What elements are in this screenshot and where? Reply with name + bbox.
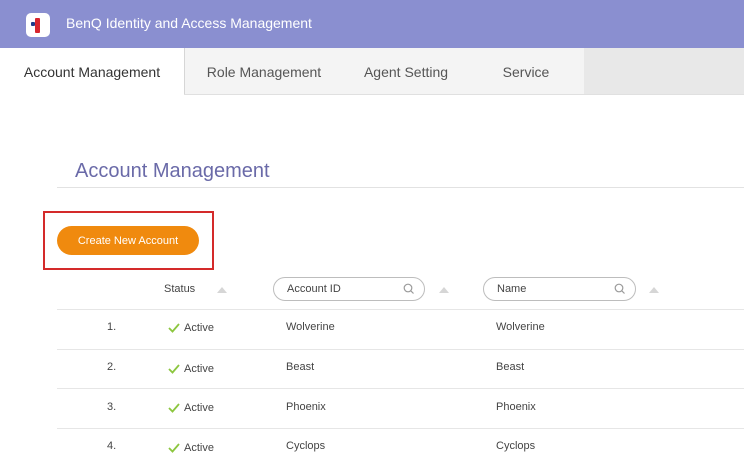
- row-index: 2.: [107, 361, 117, 373]
- name-cell: Beast: [496, 361, 525, 373]
- check-icon: [168, 443, 180, 453]
- app-title: BenQ Identity and Access Management: [66, 15, 312, 31]
- name-search-input[interactable]: Name: [483, 277, 636, 301]
- sort-up-icon[interactable]: [439, 287, 449, 293]
- search-icon: [614, 283, 625, 294]
- create-new-account-button[interactable]: Create New Account: [57, 226, 199, 255]
- benq-logo-icon: [26, 13, 50, 37]
- name-cell: Cyclops: [496, 440, 536, 452]
- check-icon: [168, 323, 180, 333]
- tab-account-management[interactable]: Account Management: [0, 48, 184, 95]
- status-value: Active: [184, 442, 214, 454]
- page-title: Account Management: [75, 160, 270, 182]
- title-divider: [57, 187, 744, 188]
- sort-up-icon[interactable]: [649, 287, 659, 293]
- name-cell: Wolverine: [496, 321, 545, 333]
- status-value: Active: [184, 363, 214, 375]
- row-divider: [57, 388, 744, 389]
- sort-up-icon[interactable]: [217, 287, 227, 293]
- app-header: BenQ Identity and Access Management: [0, 0, 744, 48]
- status-value: Active: [184, 322, 214, 334]
- search-icon: [403, 283, 414, 294]
- account-id-cell: Cyclops: [286, 440, 326, 452]
- account-id-cell: Phoenix: [286, 401, 326, 413]
- account-id-cell: Beast: [286, 361, 315, 373]
- name-cell: Phoenix: [496, 401, 536, 413]
- account-id-placeholder: Account ID: [287, 283, 341, 295]
- row-index: 4.: [107, 440, 117, 452]
- name-placeholder: Name: [497, 283, 527, 295]
- check-icon: [168, 403, 180, 413]
- account-id-search-input[interactable]: Account ID: [273, 277, 425, 301]
- tab-bar: Account Management Role Management Agent…: [0, 48, 744, 95]
- status-column-header: Status: [164, 283, 196, 295]
- row-divider: [57, 349, 744, 350]
- row-index: 3.: [107, 401, 117, 413]
- tab-agent-setting[interactable]: Agent Setting: [344, 48, 468, 95]
- row-divider: [57, 309, 744, 310]
- account-id-cell: Wolverine: [286, 321, 335, 333]
- status-value: Active: [184, 402, 214, 414]
- check-icon: [168, 364, 180, 374]
- row-divider: [57, 428, 744, 429]
- row-index: 1.: [107, 321, 117, 333]
- tab-service[interactable]: Service: [468, 48, 584, 95]
- tab-role-management[interactable]: Role Management: [184, 48, 344, 95]
